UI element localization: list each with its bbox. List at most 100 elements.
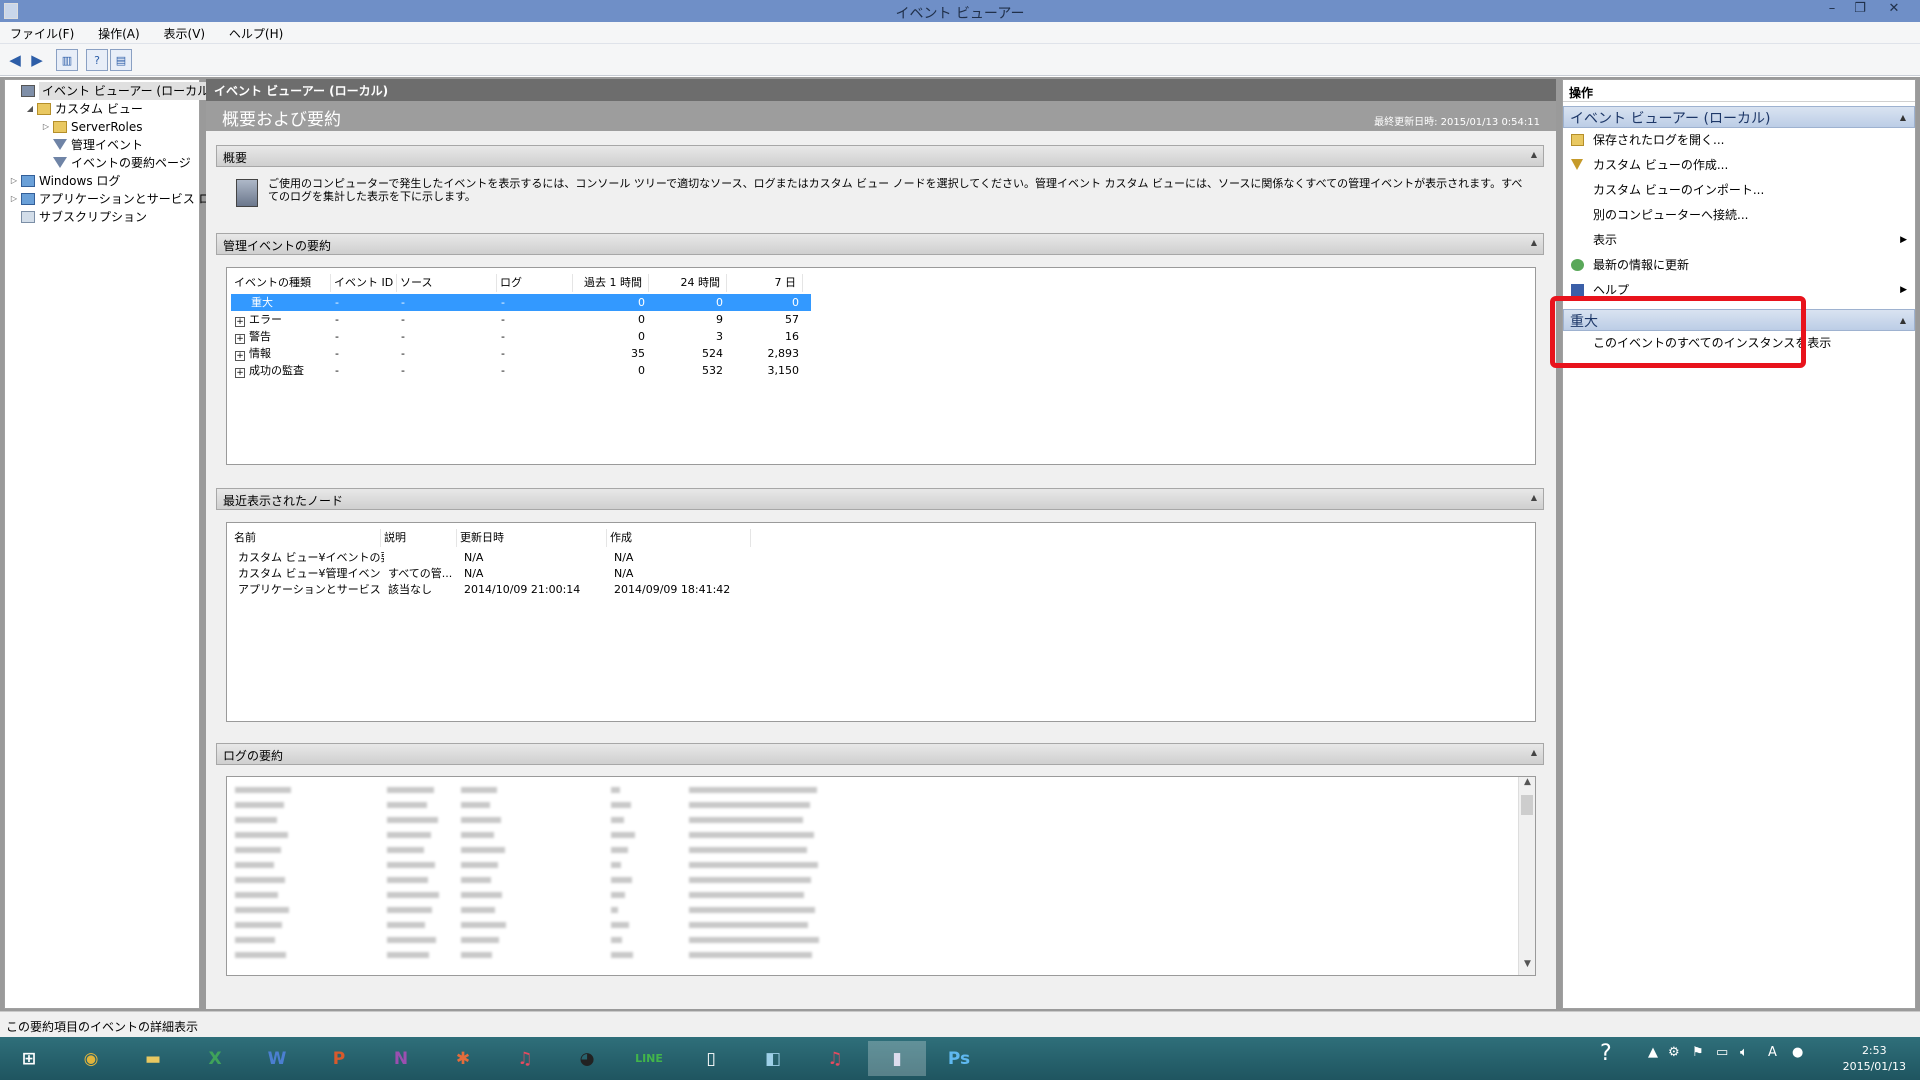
scroll-up-icon[interactable]: ▲	[1519, 777, 1535, 793]
ime-mode-tray-icon[interactable]: ●	[1792, 1045, 1803, 1060]
action-item[interactable]: カスタム ビューのインポート...	[1563, 178, 1915, 203]
expand-plus-icon[interactable]: +	[235, 317, 245, 327]
table-row[interactable]: + エラー - - - 0 9 57	[231, 311, 811, 328]
column-header[interactable]: ログ	[497, 274, 573, 292]
action-item[interactable]: 別のコンピューターへ接続...	[1563, 203, 1915, 228]
show-hide-actions-icon[interactable]: ▤	[110, 49, 132, 71]
itunes2-icon[interactable]: ♫	[806, 1041, 864, 1076]
table-row[interactable]: + 成功の監査 - - - 0 532 3,150	[231, 362, 811, 379]
help-book-icon[interactable]: ?	[86, 49, 108, 71]
column-header[interactable]: イベントの種類	[231, 274, 331, 292]
restore-button[interactable]: ❐	[1846, 0, 1874, 20]
blurred-text	[461, 892, 502, 898]
expand-plus-icon[interactable]: +	[235, 368, 245, 378]
tree-item[interactable]: サブスクリプション	[5, 208, 199, 226]
back-arrow-icon[interactable]: ◀	[4, 49, 26, 71]
collapse-arrow-icon[interactable]: ▲	[1900, 316, 1906, 325]
collapse-arrow-icon[interactable]: ▲	[1531, 150, 1537, 159]
action-item[interactable]: 最新の情報に更新	[1563, 253, 1915, 278]
admin-summary-header-row: イベントの種類 イベント ID ソース ログ 過去 1 時間 24 時間 7 日	[227, 274, 827, 292]
tree-expander-icon[interactable]: ▷	[9, 172, 19, 190]
tree-item[interactable]: イベントの要約ページ	[5, 154, 199, 172]
menu-view[interactable]: 表示(V)	[154, 22, 216, 45]
tree-item[interactable]: ▷ アプリケーションとサービス ログ	[5, 190, 223, 208]
submenu-arrow-icon[interactable]: ▶	[1900, 278, 1907, 303]
flag-tray-icon[interactable]: ⚑	[1692, 1045, 1704, 1060]
onenote-icon[interactable]: N	[372, 1041, 430, 1076]
overview-section-header[interactable]: 概要 ▲	[216, 145, 1544, 167]
network-tray-icon[interactable]: ⚙	[1668, 1045, 1680, 1060]
tree-expander-icon[interactable]: ▷	[9, 190, 19, 208]
table-row[interactable]: カスタム ビュー¥イベントの要... N/A N/A	[231, 549, 791, 566]
tree-item[interactable]: 管理イベント	[5, 136, 199, 154]
admin-summary-section-header[interactable]: 管理イベントの要約 ▲	[216, 233, 1544, 255]
column-header[interactable]: イベント ID	[331, 274, 397, 292]
word-icon[interactable]: W	[248, 1041, 306, 1076]
log-summary-section-header[interactable]: ログの要約 ▲	[216, 743, 1544, 765]
excel-icon[interactable]: X	[186, 1041, 244, 1076]
start-icon[interactable]: ⊞	[0, 1041, 58, 1076]
column-header[interactable]: 名前	[231, 529, 381, 547]
column-header[interactable]: 作成	[607, 529, 751, 547]
actions-section-local[interactable]: イベント ビューアー (ローカル) ▲	[1563, 106, 1915, 128]
event-viewer-task-icon[interactable]: ▮	[868, 1041, 926, 1076]
minimize-button[interactable]: –	[1818, 0, 1846, 20]
expand-plus-icon[interactable]: +	[235, 334, 245, 344]
action-item[interactable]: 保存されたログを開く...	[1563, 128, 1915, 153]
table-cell-id: -	[335, 347, 339, 360]
table-row[interactable]: + 警告 - - - 0 3 16	[231, 328, 811, 345]
action-item[interactable]: 表示 ▶	[1563, 228, 1915, 253]
scroll-down-icon[interactable]: ▼	[1519, 959, 1535, 975]
expand-plus-icon[interactable]: +	[235, 351, 245, 361]
collapse-arrow-icon[interactable]: ▲	[1531, 493, 1537, 502]
column-header[interactable]: ソース	[397, 274, 497, 292]
submenu-arrow-icon[interactable]: ▶	[1900, 228, 1907, 253]
vertical-scrollbar[interactable]: ▲ ▼	[1518, 777, 1535, 975]
collapse-arrow-icon[interactable]: ▲	[1531, 748, 1537, 757]
tree-item[interactable]: ▷ Windows ログ	[5, 172, 199, 190]
tree-expander-icon[interactable]: ▷	[41, 118, 51, 136]
volume-tray-icon[interactable]: 🔈︎	[1740, 1045, 1748, 1060]
column-header[interactable]: 説明	[381, 529, 457, 547]
menu-file[interactable]: ファイル(F)	[0, 22, 84, 45]
red-highlight-box	[1550, 296, 1806, 368]
collapse-arrow-icon[interactable]: ▲	[1531, 238, 1537, 247]
photoshop-icon[interactable]: Ps	[930, 1041, 988, 1076]
table-row[interactable]: 重大 - - - 0 0 0	[231, 294, 811, 311]
notes-icon[interactable]: ◧	[744, 1041, 802, 1076]
explorer-icon[interactable]: ▬	[124, 1041, 182, 1076]
table-cell-d7: 16	[785, 330, 799, 343]
tray-expand-icon[interactable]: ▲	[1648, 1045, 1658, 1060]
owl-app-icon[interactable]: ◕	[558, 1041, 616, 1076]
close-button[interactable]: ✕	[1880, 0, 1908, 20]
action-item[interactable]: カスタム ビューの作成...	[1563, 153, 1915, 178]
column-header[interactable]: 過去 1 時間	[573, 274, 649, 292]
collapse-arrow-icon[interactable]: ▲	[1900, 113, 1906, 122]
tree-item[interactable]: ▷ ServerRoles	[5, 118, 199, 136]
reader-icon[interactable]: ▯	[682, 1041, 740, 1076]
table-row[interactable]: カスタム ビュー¥管理イベント すべての管... N/A N/A	[231, 565, 791, 582]
scroll-thumb[interactable]	[1521, 795, 1533, 815]
line-icon[interactable]: LINE	[620, 1041, 678, 1076]
column-header[interactable]: 7 日	[727, 274, 803, 292]
photos-icon[interactable]: ✱	[434, 1041, 492, 1076]
show-hide-tree-icon[interactable]: ▥	[56, 49, 78, 71]
column-header[interactable]: 更新日時	[457, 529, 607, 547]
help-tray-icon[interactable]: ?	[1600, 1041, 1612, 1066]
clock[interactable]: 2:53 2015/01/13	[1843, 1043, 1906, 1075]
recent-nodes-section-header[interactable]: 最近表示されたノード ▲	[216, 488, 1544, 510]
tree-expander-icon[interactable]: ◢	[25, 100, 35, 118]
display-tray-icon[interactable]: ▭	[1716, 1045, 1728, 1060]
table-row[interactable]: アプリケーションとサービス ログ... 該当なし 2014/10/09 21:00:…	[231, 581, 791, 598]
chrome-icon[interactable]: ◉	[62, 1041, 120, 1076]
tree-item[interactable]: イベント ビューアー (ローカル)	[5, 82, 217, 100]
tree-item[interactable]: ◢ カスタム ビュー	[5, 100, 199, 118]
ime-tray-icon[interactable]: A	[1768, 1045, 1777, 1060]
forward-arrow-icon[interactable]: ▶	[26, 49, 48, 71]
menu-help[interactable]: ヘルプ(H)	[219, 22, 293, 45]
menu-action[interactable]: 操作(A)	[88, 22, 150, 45]
table-row[interactable]: + 情報 - - - 35 524 2,893	[231, 345, 811, 362]
itunes-icon[interactable]: ♫	[496, 1041, 554, 1076]
powerpoint-icon[interactable]: P	[310, 1041, 368, 1076]
column-header[interactable]: 24 時間	[649, 274, 727, 292]
